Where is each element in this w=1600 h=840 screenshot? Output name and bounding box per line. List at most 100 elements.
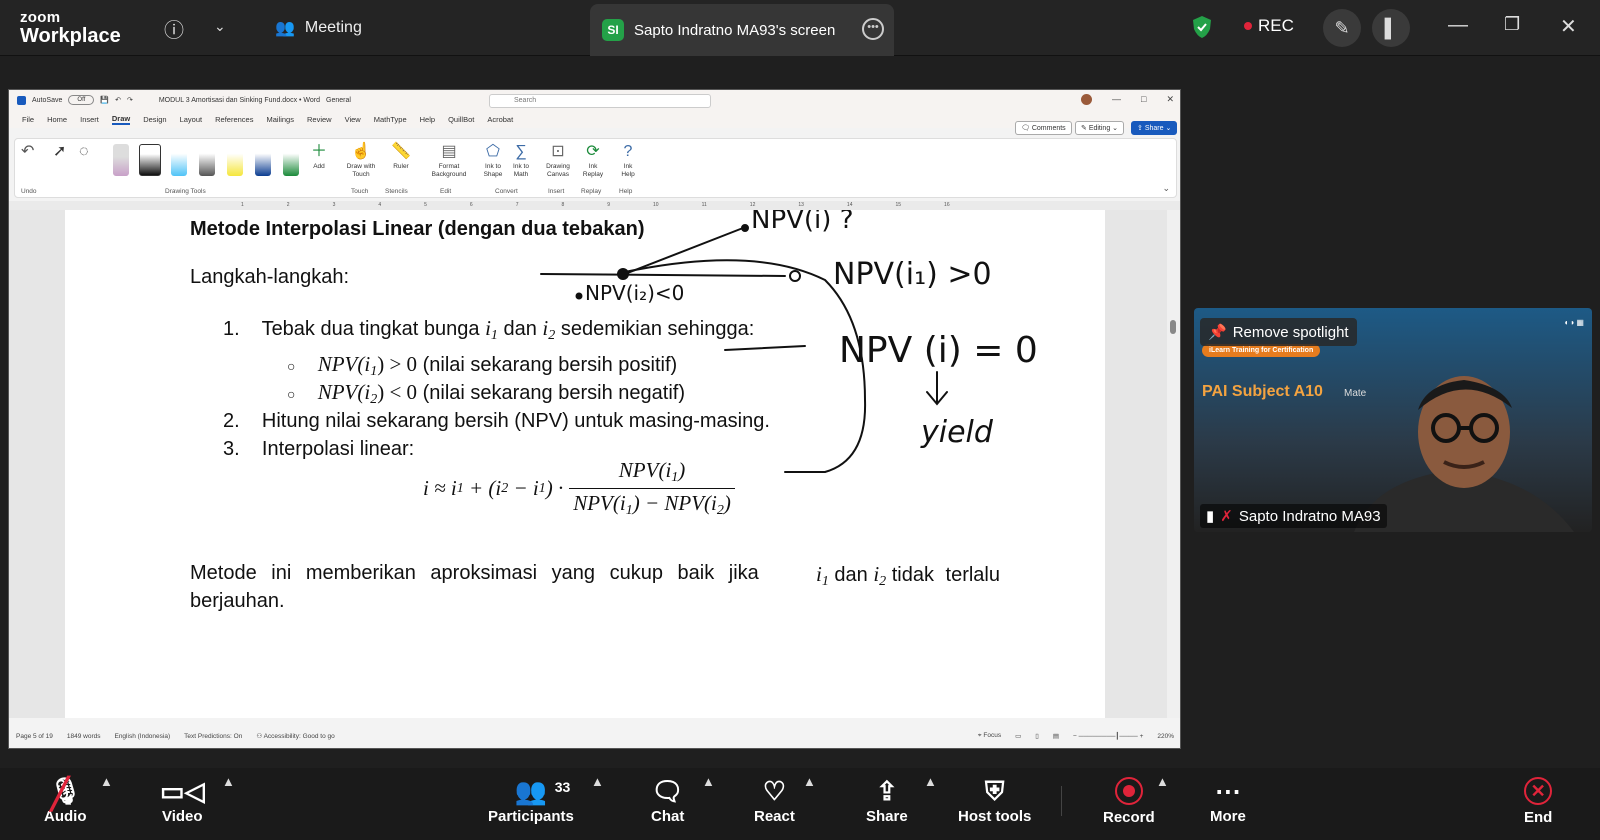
share-options-caret-icon[interactable]: ▲ xyxy=(924,774,937,789)
lasso-tool[interactable]: ◌ xyxy=(79,141,89,163)
participants-options-caret-icon[interactable]: ▲ xyxy=(591,774,604,789)
audio-options-caret-icon[interactable]: ▲ xyxy=(100,774,113,789)
menu-draw[interactable]: Draw xyxy=(111,114,131,125)
restore-icon[interactable]: ❐ xyxy=(1504,14,1520,35)
recording-indicator[interactable]: REC xyxy=(1244,16,1294,36)
gray-pen-tool[interactable] xyxy=(199,144,215,176)
add-pen-button[interactable]: ＋ Add xyxy=(311,141,327,171)
info-icon[interactable]: ⓘ xyxy=(164,14,184,43)
chat-options-caret-icon[interactable]: ▲ xyxy=(702,774,715,789)
draw-with-touch-button[interactable]: ☝ Draw with Touch xyxy=(343,141,379,179)
print-layout-icon[interactable]: ▯ xyxy=(1035,732,1039,740)
participants-button[interactable]: 👥 33 Participants xyxy=(488,774,574,825)
end-meeting-button[interactable]: ✕ End xyxy=(1524,774,1552,826)
menu-quillbot[interactable]: QuillBot xyxy=(448,115,474,124)
react-button[interactable]: ♡ React xyxy=(754,774,795,825)
chat-button[interactable]: 🗨 Chat xyxy=(651,774,684,825)
navy-pen-tool[interactable] xyxy=(255,144,271,176)
menu-references[interactable]: References xyxy=(215,115,253,124)
ink-down-arrow xyxy=(926,371,948,406)
record-button[interactable]: Record xyxy=(1103,774,1155,826)
menu-acrobat[interactable]: Acrobat xyxy=(487,115,513,124)
edit-group-label: Edit xyxy=(440,188,452,195)
drawing-canvas-button[interactable]: ⊡ Drawing Canvas xyxy=(543,141,573,179)
share-button[interactable]: ⇪ Share xyxy=(866,774,908,825)
spotlight-video-tile[interactable]: ◐◑ ▦ iLearn Training for Certification P… xyxy=(1194,308,1592,532)
encryption-shield-icon[interactable] xyxy=(1192,15,1212,39)
sensitivity-label[interactable]: General xyxy=(326,97,351,104)
more-button[interactable]: ⋯ More xyxy=(1210,774,1246,825)
partner-logo-icon: ◐◑ ▦ xyxy=(1564,318,1584,327)
close-icon[interactable]: ✕ xyxy=(1560,14,1577,39)
profile-avatar[interactable] xyxy=(1081,94,1093,105)
comments-button[interactable]: 🗨 Comments xyxy=(1015,121,1072,135)
word-close-icon[interactable]: ✕ xyxy=(1166,94,1174,105)
menu-view[interactable]: View xyxy=(345,115,361,124)
document-page[interactable]: Metode Interpolasi Linear (dengan dua te… xyxy=(65,210,1105,718)
participants-group-icon: 👥 xyxy=(275,20,295,37)
green-pen-tool[interactable] xyxy=(283,144,299,176)
horizontal-ruler[interactable]: 1 2 3 4 5 6 7 8 9 10 11 12 13 14 15 16 xyxy=(9,201,1180,210)
menu-file[interactable]: File xyxy=(22,115,34,124)
format-background-button[interactable]: ▤ Format Background xyxy=(425,141,473,179)
menu-layout[interactable]: Layout xyxy=(180,115,203,124)
autosave-toggle[interactable]: Off xyxy=(68,95,95,105)
save-icon[interactable]: 💾 xyxy=(100,96,109,104)
more-options-icon[interactable]: ••• xyxy=(862,18,884,40)
eraser-tool[interactable] xyxy=(113,144,129,176)
accessibility-status[interactable]: ⚇ Accessibility: Good to go xyxy=(256,732,334,740)
yellow-highlighter-tool[interactable] xyxy=(227,144,243,176)
host-tools-button[interactable]: ⛨ Host tools xyxy=(958,774,1031,825)
remove-spotlight-button[interactable]: 📌 Remove spotlight xyxy=(1200,318,1357,346)
ink-help-button[interactable]: ? Ink Help xyxy=(617,141,639,179)
video-options-caret-icon[interactable]: ▲ xyxy=(222,774,235,789)
menu-home[interactable]: Home xyxy=(47,115,67,124)
menu-design[interactable]: Design xyxy=(143,115,166,124)
vertical-scrollbar[interactable] xyxy=(1167,210,1180,718)
menu-review[interactable]: Review xyxy=(307,115,332,124)
annotate-pen-icon[interactable]: ✎ xyxy=(1323,9,1361,47)
redo-icon[interactable]: ↷ xyxy=(127,96,133,104)
ruler-button[interactable]: 📏 Ruler xyxy=(391,141,411,171)
word-share-button[interactable]: ⇪ Share ⌄ xyxy=(1131,121,1178,135)
ribbon-collapse-icon[interactable]: ⌄ xyxy=(1162,183,1170,194)
language-indicator[interactable]: English (Indonesia) xyxy=(114,733,170,740)
menu-insert[interactable]: Insert xyxy=(80,115,99,124)
react-options-caret-icon[interactable]: ▲ xyxy=(803,774,816,789)
zoom-level[interactable]: 220% xyxy=(1157,733,1174,740)
undo-button[interactable]: ↶ xyxy=(21,141,34,163)
word-count[interactable]: 1849 words xyxy=(67,733,101,740)
signal-strength-icon: ▮ xyxy=(1206,508,1215,525)
ink-replay-button[interactable]: ⟳ Ink Replay xyxy=(581,141,605,179)
audio-button[interactable]: 🎙 ╱ Audio xyxy=(44,774,87,825)
record-options-caret-icon[interactable]: ▲ xyxy=(1156,774,1169,789)
word-logo-icon xyxy=(17,95,26,105)
focus-mode-button[interactable]: ⌖ Focus xyxy=(978,732,1001,740)
zoom-slider[interactable]: − ────────┃──── + xyxy=(1073,732,1143,740)
page-indicator[interactable]: Page 5 of 19 xyxy=(16,733,53,740)
undo-icon[interactable]: ↶ xyxy=(115,96,121,104)
word-search-box[interactable]: Search xyxy=(489,94,711,108)
menu-mathtype[interactable]: MathType xyxy=(374,115,407,124)
read-mode-icon[interactable]: ▭ xyxy=(1015,732,1021,740)
menu-mailings[interactable]: Mailings xyxy=(266,115,294,124)
menu-help[interactable]: Help xyxy=(420,115,435,124)
scrollbar-thumb[interactable] xyxy=(1170,320,1176,334)
black-pen-tool[interactable] xyxy=(139,144,161,176)
word-minimize-icon[interactable]: — xyxy=(1112,94,1121,105)
view-layout-icon[interactable]: ▌ xyxy=(1372,9,1410,47)
muted-microphone-icon: 🎙 ╱ xyxy=(48,776,82,811)
blue-pencil-tool[interactable] xyxy=(171,144,187,176)
select-tool[interactable]: ➚ xyxy=(53,141,66,163)
ink-to-math-button[interactable]: ∑ Ink to Math xyxy=(509,141,533,179)
text-predictions-status[interactable]: Text Predictions: On xyxy=(184,733,242,740)
chevron-down-icon[interactable]: ⌄ xyxy=(214,18,226,35)
word-restore-icon[interactable]: □ xyxy=(1141,94,1146,105)
web-layout-icon[interactable]: ▤ xyxy=(1053,732,1059,740)
shared-screen-tab[interactable]: SI Sapto Indratno MA93's screen ••• xyxy=(590,4,894,56)
ink-to-shape-button[interactable]: ⬠ Ink to Shape xyxy=(481,141,505,179)
video-button[interactable]: ▭◁ Video xyxy=(160,774,205,825)
meeting-tab[interactable]: 👥 Meeting xyxy=(275,18,362,38)
editing-mode-button[interactable]: ✎ Editing ⌄ xyxy=(1075,121,1125,135)
minimize-icon[interactable]: — xyxy=(1448,14,1468,37)
